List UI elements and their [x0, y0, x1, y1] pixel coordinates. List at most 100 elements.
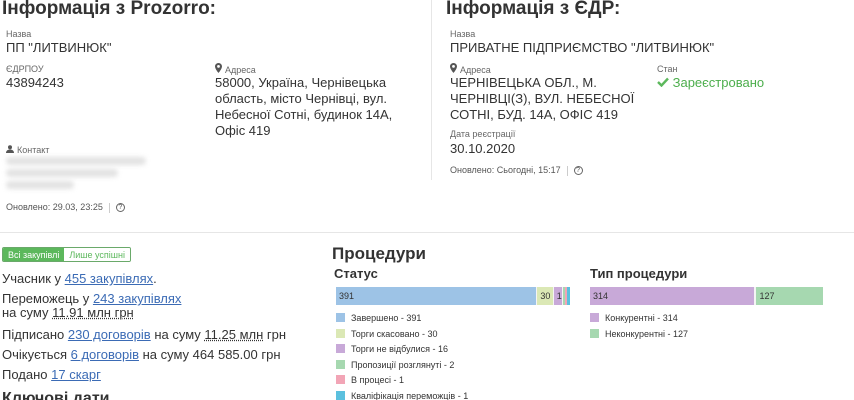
company-name: ПП "ЛИТВИНЮК": [6, 40, 112, 55]
section-divider: [0, 232, 854, 233]
legend-label: Неконкурентні - 127: [605, 328, 689, 339]
bar-segment: 314: [590, 287, 755, 305]
edrpou-label: ЄДРПОУ: [6, 64, 44, 74]
prozorro-title: Інформація з Prozorro:: [2, 0, 217, 19]
legend-swatch: [336, 375, 345, 384]
edr-title: Інформація з ЄДР:: [446, 0, 621, 19]
legend-swatch: [590, 313, 599, 322]
edr-info: Інформація з ЄДР: Назва ПРИВАТНЕ ПІДПРИЄ…: [431, 0, 854, 180]
address-value: 58000, Україна, Чернівецька область, міс…: [215, 75, 393, 138]
signed-sum: 11.25 млн: [204, 327, 264, 342]
legend-item[interactable]: Пропозиції розглянуті - 2: [336, 359, 454, 371]
contact-label-row: Контакт: [6, 145, 49, 155]
edr-address-label: Адреса: [460, 65, 491, 75]
legend-item[interactable]: Неконкурентні - 127: [590, 328, 688, 340]
edr-updated-row: Оновлено: Сьогодні, 15:17?: [450, 165, 583, 176]
divider: [108, 202, 110, 213]
winner-link[interactable]: 243 закупівлях: [93, 291, 182, 306]
legend-swatch: [336, 359, 345, 369]
edr-status-label: Стан: [657, 64, 678, 74]
participant-stat: Учасник у 455 закупівлях.: [2, 271, 157, 287]
stat-text: Очікується: [2, 347, 71, 362]
winner-sum: 11.91 млн грн: [52, 305, 134, 320]
winner-sum-stat: на суму 11.91 млн грн: [2, 305, 134, 321]
edr-address-label-row: Адреса: [450, 63, 491, 75]
legend-label: Завершено - 391: [351, 313, 422, 323]
contact-label: Контакт: [17, 145, 50, 155]
address-label-row: Адреса: [215, 63, 256, 75]
signed-stat: Підписано 230 договорів на суму 11.25 мл…: [2, 327, 286, 343]
edrpou-value: 43894243: [6, 75, 64, 90]
key-dates-title: Ключові дати: [2, 390, 110, 400]
legend-label: Конкурентні - 314: [605, 313, 678, 323]
map-marker-icon: [215, 63, 222, 75]
legend-item[interactable]: В процесі - 1: [336, 374, 404, 386]
prozorro-updated: Оновлено: 29.03, 23:25: [6, 202, 103, 212]
type-stacked-bar: 314 127: [590, 287, 823, 305]
legend-label: Кваліфікація переможців - 1: [351, 390, 469, 400]
filter-all-button[interactable]: Всі закупівлі: [3, 248, 65, 261]
legend-label: Торги скасовано - 30: [351, 328, 438, 339]
address-label: Адреса: [225, 65, 256, 75]
question-circle-icon[interactable]: ?: [573, 166, 583, 176]
stat-text: грн: [263, 327, 287, 342]
procedure-type-title: Тип процедури: [590, 266, 688, 281]
bar-segment: [566, 287, 570, 305]
status-title: Статус: [334, 266, 378, 281]
name-label: Назва: [6, 29, 32, 39]
divider: [566, 165, 568, 176]
edr-status-row: Зареєстровано: [657, 75, 764, 91]
expected-stat: Очікується 6 договорів на суму 464 585.0…: [2, 347, 281, 363]
edr-address-value: ЧЕРНІВЕЦЬКА ОБЛ., М. ЧЕРНІВЦІ(З), ВУЛ. Н…: [450, 75, 635, 122]
prozorro-updated-row: Оновлено: 29.03, 23:25?: [6, 202, 125, 213]
contact-redacted-2: [6, 169, 118, 177]
legend-label: В процесі - 1: [351, 375, 404, 385]
filter-success-button[interactable]: Лише успішні: [64, 248, 130, 261]
bar-segment: 30: [537, 287, 553, 305]
stat-text: Підписано: [2, 327, 68, 342]
bar-segment: 127: [756, 287, 823, 305]
question-circle-icon[interactable]: ?: [115, 203, 125, 213]
legend-item[interactable]: Кваліфікація переможців - 1: [336, 390, 468, 400]
stat-text: Подано: [2, 367, 52, 382]
user-icon: [6, 145, 14, 155]
legend-item[interactable]: Торги не відбулися - 16: [336, 343, 448, 355]
map-marker-icon: [450, 63, 457, 75]
info-section: Інформація з Prozorro: Назва ПП "ЛИТВИНЮ…: [0, 0, 854, 232]
contact-redacted-1: [6, 157, 146, 165]
purchases-filter: Всі закупівлі Лише успішні: [2, 247, 131, 262]
edr-status: Зареєстровано: [672, 75, 765, 90]
legend-label: Торги не відбулися - 16: [351, 344, 449, 354]
stat-text: на суму 464 585.00 грн: [138, 347, 281, 362]
legend-swatch: [336, 328, 345, 338]
reg-date-value: 30.10.2020: [450, 141, 516, 156]
edr-company-name: ПРИВАТНЕ ПІДПРИЄМСТВО "ЛИТВИНЮК": [450, 40, 715, 55]
status-stacked-bar: 3913016: [336, 287, 570, 305]
edr-name-label: Назва: [450, 29, 476, 39]
expected-link[interactable]: 6 договорів: [71, 347, 139, 362]
participant-link[interactable]: 455 закупівлях: [65, 271, 154, 286]
bar-segment: 391: [336, 287, 537, 305]
legend-item[interactable]: Торги скасовано - 30: [336, 328, 438, 340]
procedures-title: Процедури: [332, 244, 426, 263]
legend-swatch: [336, 313, 345, 322]
complaints-link[interactable]: 17 скарг: [51, 367, 101, 382]
stat-text: .: [153, 271, 157, 286]
stat-text: на суму: [2, 305, 53, 320]
stat-text: Переможець у: [2, 291, 93, 306]
bar-segment: 16: [553, 287, 562, 305]
legend-item[interactable]: Конкурентні - 314: [590, 312, 678, 324]
complaints-stat: Подано 17 скарг: [2, 367, 101, 383]
legend-swatch: [336, 390, 345, 400]
edr-updated: Оновлено: Сьогодні, 15:17: [450, 165, 561, 175]
reg-date-label: Дата реєстрації: [450, 129, 516, 139]
legend-swatch: [336, 344, 345, 353]
stat-text: на суму: [150, 327, 205, 342]
check-icon: [657, 75, 673, 90]
legend-swatch: [590, 328, 599, 338]
legend-label: Пропозиції розглянуті - 2: [351, 359, 455, 370]
signed-link[interactable]: 230 договорів: [68, 327, 151, 342]
contact-redacted-3: [6, 181, 74, 189]
legend-item[interactable]: Завершено - 391: [336, 312, 421, 324]
stat-text: Учасник у: [2, 271, 65, 286]
